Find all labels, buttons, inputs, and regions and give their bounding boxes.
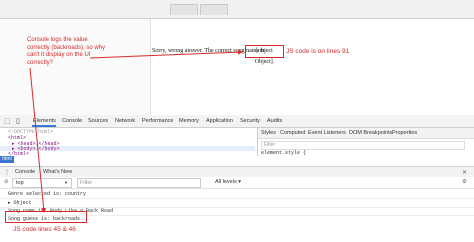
browser-tab[interactable] xyxy=(200,4,228,15)
close-icon[interactable]: ✕ xyxy=(462,169,467,176)
tab-styles[interactable]: Styles xyxy=(261,130,276,136)
tab-elements[interactable]: Elements xyxy=(33,118,56,124)
tab-console[interactable]: Console xyxy=(62,118,82,124)
styles-sidebar: Styles Computed Event Listeners DOM Brea… xyxy=(257,128,474,156)
console-toolbar: ⊘ top ▼ Filter All levels ▾ ⚙ xyxy=(0,177,474,189)
divider xyxy=(0,198,474,199)
object-object-highlight: [object Object]. xyxy=(245,45,284,65)
console-message: Genre selected is: country xyxy=(8,191,87,197)
browser-tab[interactable] xyxy=(170,4,198,15)
drawer-tab-console[interactable]: Console xyxy=(15,169,35,175)
annotation-js-line-45-46: JS code lines 45 & 46 xyxy=(13,226,76,233)
styles-tab-bar: Styles Computed Event Listeners DOM Brea… xyxy=(258,128,474,139)
result-sentence-text: Sorry, wrong answer. The correct song na… xyxy=(152,48,260,54)
active-tab-indicator xyxy=(32,125,56,127)
drawer-tab-whats-new[interactable]: What's New xyxy=(43,169,72,175)
gear-icon[interactable]: ⚙ xyxy=(462,179,467,185)
breadcrumb-html[interactable]: html xyxy=(0,156,14,163)
tab-audits[interactable]: Audits xyxy=(267,118,282,124)
context-value: top xyxy=(16,180,24,186)
tab-properties[interactable]: Properties xyxy=(392,130,417,136)
element-style-rule[interactable]: element.style { xyxy=(261,150,306,156)
annotation-panel xyxy=(0,19,151,115)
elements-dom-tree: <!DOCTYPE html> <html> ▸ <head>…</head> … xyxy=(0,128,255,157)
annotation-question: Console logs the value correctly (backro… xyxy=(27,37,106,66)
tab-network[interactable]: Network xyxy=(115,118,135,124)
devtools-tab-bar: ⬚ ▯ Elements Console Sources Network Per… xyxy=(0,115,474,128)
clear-console-icon[interactable]: ⊘ xyxy=(4,179,9,185)
context-select[interactable]: top ▼ xyxy=(12,178,72,188)
device-toolbar-icon[interactable]: ▯ xyxy=(16,117,20,125)
tab-sources[interactable]: Sources xyxy=(88,118,108,124)
tab-memory[interactable]: Memory xyxy=(179,118,199,124)
inspect-element-icon[interactable]: ⬚ xyxy=(4,117,11,125)
song-guess-highlight xyxy=(5,211,87,223)
log-levels-dropdown[interactable]: All levels ▾ xyxy=(215,179,241,185)
browser-toolbar xyxy=(0,0,474,19)
tab-security[interactable]: Security xyxy=(240,118,260,124)
console-filter-input[interactable]: Filter xyxy=(77,178,201,188)
styles-filter-input[interactable]: Filter xyxy=(261,141,465,150)
tab-computed[interactable]: Computed xyxy=(280,130,305,136)
tab-dom-breakpoints[interactable]: DOM Breakpoints xyxy=(349,130,392,136)
console-message[interactable]: ▸ Object xyxy=(8,200,32,206)
tab-performance[interactable]: Performance xyxy=(142,118,174,124)
tab-event-listeners[interactable]: Event Listeners xyxy=(308,130,346,136)
tab-application[interactable]: Application xyxy=(206,118,233,124)
chevron-down-icon: ▼ xyxy=(64,180,68,185)
annotation-js-line-91: JS code is on lines 91 xyxy=(286,48,350,55)
drawer-menu-icon[interactable]: ⋮ xyxy=(4,169,10,176)
